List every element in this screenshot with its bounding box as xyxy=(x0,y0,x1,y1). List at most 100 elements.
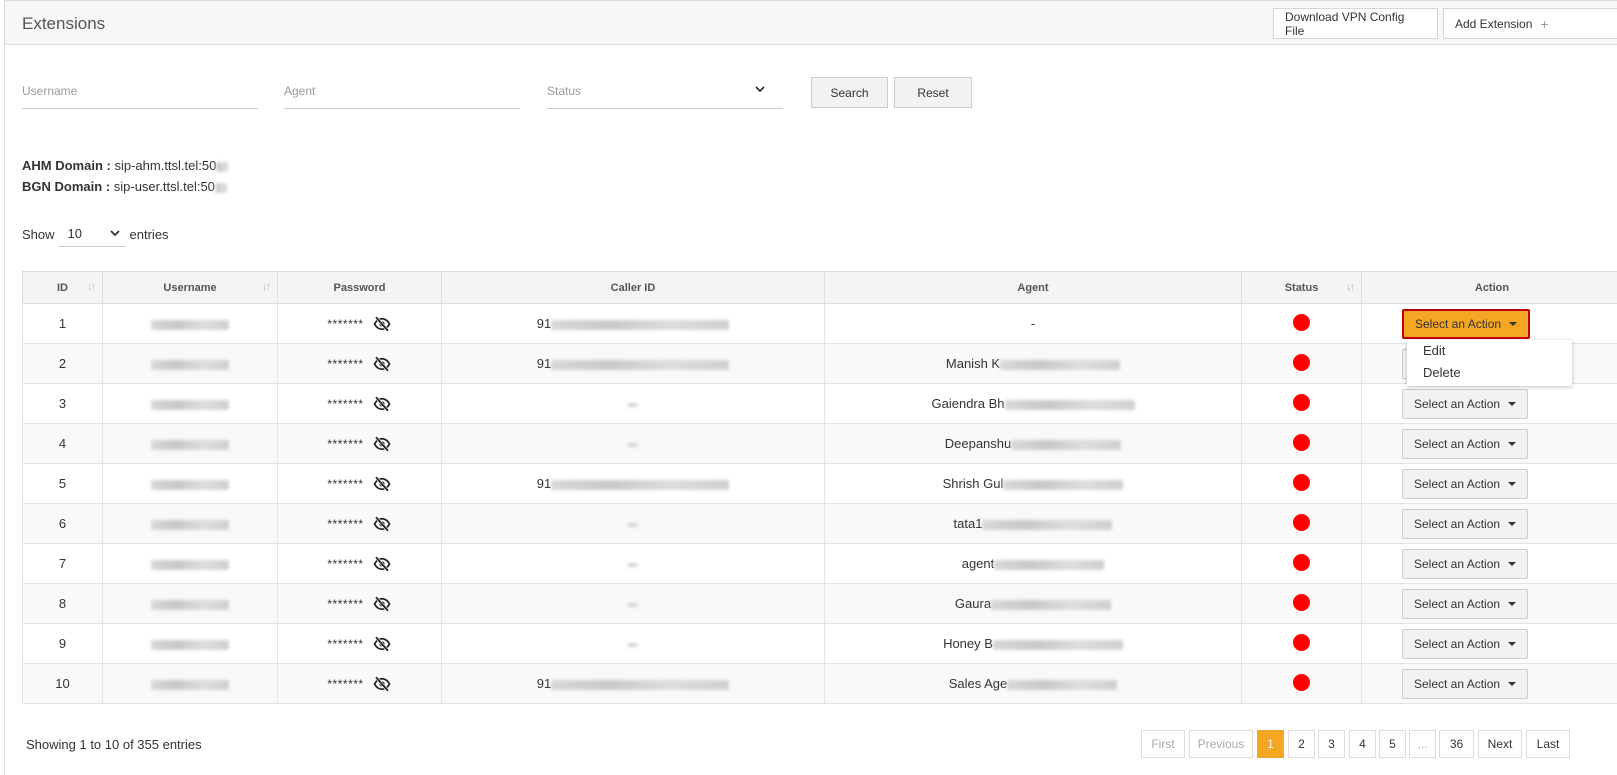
cell-action: Select an Action xyxy=(1361,663,1617,704)
redacted-text xyxy=(982,519,1113,530)
select-action-button[interactable]: Select an Action xyxy=(1402,468,1529,499)
cell-caller-id: 91 xyxy=(441,463,825,504)
agent-name: - xyxy=(1030,316,1036,331)
redacted-text xyxy=(151,679,229,690)
pagination-page[interactable]: 2 xyxy=(1288,730,1315,758)
cell-action: Select an Action xyxy=(1361,503,1617,544)
cell-caller-id xyxy=(441,583,825,624)
select-action-button[interactable]: Select an Action xyxy=(1402,388,1529,419)
add-extension-label: Add Extension xyxy=(1455,16,1533,31)
table-info: Showing 1 to 10 of 355 entries xyxy=(26,737,202,752)
pagination-next[interactable]: Next xyxy=(1478,730,1522,758)
chevron-down-icon xyxy=(109,230,120,237)
reset-button[interactable]: Reset xyxy=(894,77,972,108)
column-header-status[interactable]: Status ↓↑ xyxy=(1241,271,1362,304)
entries-length-control: Show 10 entries xyxy=(22,221,169,247)
redacted-text xyxy=(151,639,229,650)
cell-password: ******* xyxy=(277,623,442,664)
eye-slash-icon[interactable] xyxy=(372,675,392,693)
select-action-button[interactable]: Select an Action xyxy=(1402,548,1529,579)
entries-length-select[interactable]: 10 xyxy=(58,221,126,247)
cell-status xyxy=(1241,543,1362,584)
sort-icon: ↓↑ xyxy=(87,281,96,293)
select-action-label: Select an Action xyxy=(1414,396,1501,411)
cell-caller-id xyxy=(441,383,825,424)
pagination-page[interactable]: 36 xyxy=(1439,730,1474,758)
redacted-text xyxy=(551,319,730,330)
column-header-label: Password xyxy=(333,281,386,294)
cell-status xyxy=(1241,423,1362,464)
redacted-text xyxy=(628,522,638,527)
cell-status xyxy=(1241,303,1362,344)
redacted-text xyxy=(628,442,638,447)
select-action-button[interactable]: Select an Action xyxy=(1402,628,1529,659)
table-row: 5 ******* 91 Shrish Gul Select an Action xyxy=(22,463,1617,504)
cell-status xyxy=(1241,583,1362,624)
cell-password: ******* xyxy=(277,543,442,584)
select-action-button[interactable]: Select an Action xyxy=(1402,588,1529,619)
eye-slash-icon[interactable] xyxy=(372,515,392,533)
eye-slash-icon[interactable] xyxy=(372,595,392,613)
column-header-username[interactable]: Username ↓↑ xyxy=(102,271,278,304)
status-filter-select[interactable]: Status xyxy=(547,75,783,109)
eye-slash-icon[interactable] xyxy=(372,435,392,453)
password-mask: ******* xyxy=(327,556,364,571)
redacted-text xyxy=(151,359,229,370)
eye-slash-icon[interactable] xyxy=(372,395,392,413)
menu-item-edit[interactable]: Edit xyxy=(1407,340,1572,362)
pagination-page[interactable]: 5 xyxy=(1379,730,1406,758)
select-action-button[interactable]: Select an Action xyxy=(1402,508,1529,539)
status-indicator xyxy=(1293,673,1310,691)
select-action-label: Select an Action xyxy=(1414,436,1501,451)
download-vpn-config-button[interactable]: Download VPN Config File xyxy=(1273,8,1438,39)
redacted-text xyxy=(991,599,1112,610)
cell-status xyxy=(1241,623,1362,664)
username-filter-input[interactable]: Username xyxy=(22,75,258,109)
eye-slash-icon[interactable] xyxy=(372,555,392,573)
redacted-text xyxy=(151,439,229,450)
eye-slash-icon[interactable] xyxy=(372,315,392,333)
eye-slash-icon[interactable] xyxy=(372,355,392,373)
password-mask: ******* xyxy=(327,476,364,491)
cell-username xyxy=(102,463,278,504)
pagination-first[interactable]: First xyxy=(1141,730,1185,758)
column-header-caller-id: Caller ID xyxy=(441,271,825,304)
select-action-button[interactable]: Select an Action xyxy=(1402,668,1529,699)
eye-slash-icon[interactable] xyxy=(372,475,392,493)
cell-caller-id: 91 xyxy=(441,663,825,704)
caret-down-icon xyxy=(1508,681,1517,686)
cell-username xyxy=(102,383,278,424)
select-action-button[interactable]: Select an Action xyxy=(1402,308,1531,339)
select-action-label: Select an Action xyxy=(1414,596,1501,611)
caller-id-prefix: 91 xyxy=(536,356,552,371)
password-mask: ******* xyxy=(327,436,364,451)
pagination-page[interactable]: 1 xyxy=(1257,730,1284,758)
add-extension-button[interactable]: Add Extension + xyxy=(1443,8,1617,39)
eye-slash-icon[interactable] xyxy=(372,635,392,653)
column-header-id[interactable]: ID ↓↑ xyxy=(22,271,103,304)
agent-filter-input[interactable]: Agent xyxy=(284,75,520,109)
cell-status xyxy=(1241,663,1362,704)
menu-item-delete[interactable]: Delete xyxy=(1407,362,1572,384)
cell-id: 7 xyxy=(22,543,103,584)
pagination-previous[interactable]: Previous xyxy=(1189,730,1253,758)
cell-id: 6 xyxy=(22,503,103,544)
table-row: 1 ******* 91 - Select an Action xyxy=(22,303,1617,344)
bgn-domain: BGN Domain : sip-user.ttsl.tel:50 xyxy=(22,179,227,194)
select-action-button[interactable]: Select an Action xyxy=(1402,428,1529,459)
pagination-page[interactable]: 3 xyxy=(1318,730,1345,758)
agent-name: Manish K xyxy=(945,356,1001,371)
pagination-page[interactable]: 4 xyxy=(1349,730,1376,758)
password-mask: ******* xyxy=(327,596,364,611)
caret-down-icon xyxy=(1508,601,1517,606)
redacted-text xyxy=(628,402,638,407)
table-row: 2*******91Manish KSelect an Action xyxy=(22,343,1617,384)
caller-id-prefix: 91 xyxy=(536,316,552,331)
redacted-text xyxy=(628,602,638,607)
pagination-last[interactable]: Last xyxy=(1526,730,1570,758)
cell-password: ******* xyxy=(277,663,442,704)
cell-caller-id xyxy=(441,503,825,544)
cell-id: 10 xyxy=(22,663,103,704)
search-button[interactable]: Search xyxy=(811,77,888,108)
cell-action: Select an Action xyxy=(1361,623,1617,664)
